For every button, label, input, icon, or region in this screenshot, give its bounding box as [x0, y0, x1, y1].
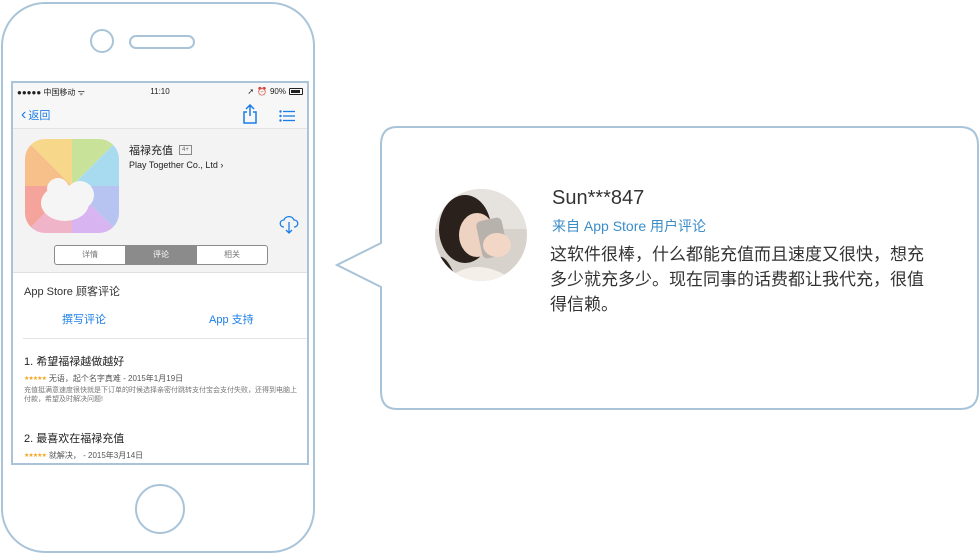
alarm-icon: ⏰: [257, 87, 267, 96]
review-item: 2. 最喜欢在福禄充值 ★★★★★ 就解决， - 2015年3月14日: [24, 430, 300, 461]
testimonial-source: 来自 App Store 用户评论: [552, 218, 707, 234]
star-rating-icon: ★★★★★: [24, 376, 47, 382]
star-rating-icon: ★★★★★: [24, 453, 47, 459]
camera-icon: [90, 29, 114, 53]
user-avatar: [435, 189, 527, 281]
status-bar: ●●●●● 中国移动 ᯤ 11:10 ➚ ⏰ 90%: [13, 83, 307, 101]
app-icon: [25, 139, 119, 233]
home-button[interactable]: [135, 484, 185, 534]
tab-details[interactable]: 详情: [55, 246, 125, 264]
review-body: 充值挺满意速度很快就是下订单的时候选择亲密付跳转支付宝会支付失败，还得到电脑上付…: [24, 387, 297, 403]
battery-icon: [289, 88, 303, 95]
list-icon[interactable]: [279, 109, 295, 127]
app-support-button[interactable]: App 支持: [209, 311, 254, 327]
testimonial-text: 这软件很棒，什么都能充值而且速度又很快，想充多少就充多少。现在同事的话费都让我代…: [550, 245, 924, 314]
status-right: ➚ ⏰ 90%: [247, 87, 303, 96]
review-title: 1. 希望福禄越做越好: [24, 356, 125, 368]
review-author-date: 就解决， - 2015年3月14日: [48, 451, 144, 460]
phone-screen: ●●●●● 中国移动 ᯤ 11:10 ➚ ⏰ 90% ‹ 返回 福禄充值 4+ …: [11, 81, 309, 465]
testimonial-bubble: Sun***847 来自 App Store 用户评论 这软件很棒，什么都能充值…: [335, 125, 980, 411]
developer-link[interactable]: Play Together Co., Ltd ›: [129, 160, 223, 170]
review-meta: ★★★★★ 就解决， - 2015年3月14日: [24, 450, 300, 461]
age-rating-badge: 4+: [179, 145, 192, 155]
review-title: 2. 最喜欢在福禄充值: [24, 433, 125, 445]
tab-related[interactable]: 相关: [196, 246, 267, 264]
location-icon: ➚: [247, 87, 255, 96]
reviews-section-title: App Store 顾客评论: [24, 286, 120, 298]
share-icon[interactable]: [242, 103, 258, 129]
review-author-date: 无语，起个名字真难 - 2015年1月19日: [48, 374, 184, 383]
divider: [23, 338, 307, 339]
speaker-icon: [129, 35, 195, 49]
phone-frame: ●●●●● 中国移动 ᯤ 11:10 ➚ ⏰ 90% ‹ 返回 福禄充值 4+ …: [1, 2, 315, 553]
back-label: 返回: [28, 110, 51, 122]
battery-percent: 90%: [269, 87, 286, 96]
write-review-button[interactable]: 撰写评论: [62, 311, 106, 327]
testimonial-user: Sun***847: [552, 187, 645, 209]
review-meta: ★★★★★ 无语，起个名字真难 - 2015年1月19日: [24, 373, 300, 384]
app-name: 福禄充值: [129, 145, 173, 157]
segmented-tabs: 详情 评论 相关: [54, 245, 268, 265]
review-item: 1. 希望福禄越做越好 ★★★★★ 无语，起个名字真难 - 2015年1月19日…: [24, 353, 300, 404]
chevron-left-icon: ‹: [21, 106, 27, 123]
tab-reviews[interactable]: 评论: [125, 246, 196, 264]
back-button[interactable]: ‹ 返回: [21, 107, 50, 123]
cloud-download-icon[interactable]: [278, 214, 300, 239]
nav-bar: ‹ 返回: [13, 101, 307, 129]
app-header: 福禄充值 4+ Play Together Co., Ltd › 详情 评论 相…: [13, 129, 307, 273]
app-name-row: 福禄充值 4+: [129, 142, 192, 158]
